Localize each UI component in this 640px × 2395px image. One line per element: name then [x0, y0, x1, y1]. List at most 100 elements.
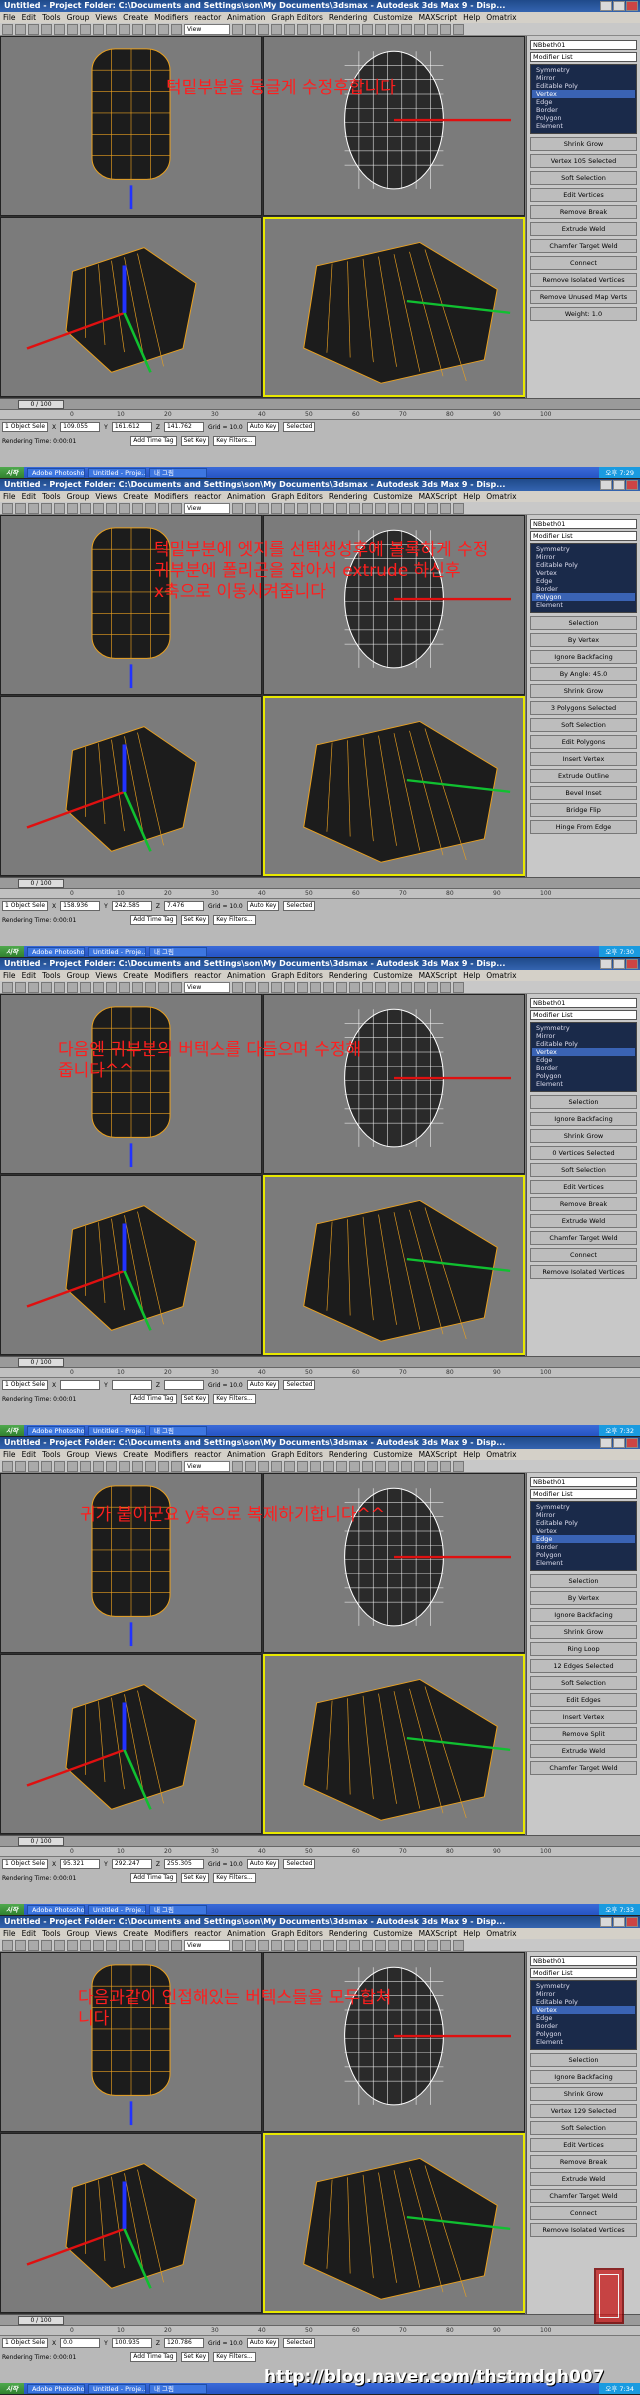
toolbar-button-icon[interactable]: [453, 1461, 464, 1472]
minimize-button[interactable]: [600, 1917, 612, 1927]
modifier-stack-item[interactable]: Edge: [532, 577, 635, 585]
modifier-stack-item[interactable]: Mirror: [532, 74, 635, 82]
toolbar-button-icon[interactable]: [362, 1461, 373, 1472]
taskbar-task[interactable]: Adobe Photoshop: [26, 1426, 85, 1436]
menu-item[interactable]: Modifiers: [154, 12, 188, 23]
toolbar-button-icon[interactable]: [93, 503, 104, 514]
menu-item[interactable]: Graph Editors: [271, 1928, 323, 1939]
toolbar-button-icon[interactable]: [67, 1940, 78, 1951]
modifier-stack-item[interactable]: Editable Poly: [532, 1040, 635, 1048]
toolbar-button-icon[interactable]: [414, 24, 425, 35]
taskbar-task[interactable]: 내 그림: [148, 947, 207, 957]
taskbar-task[interactable]: 내 그림: [148, 1426, 207, 1436]
time-slider[interactable]: 0 / 100: [0, 399, 640, 410]
modifier-stack-item[interactable]: Edge: [532, 1056, 635, 1064]
rollout-row[interactable]: Soft Selection: [530, 718, 637, 732]
viewport-front[interactable]: [0, 1952, 262, 2132]
toolbar-button-icon[interactable]: [132, 1461, 143, 1472]
toolbar-button-icon[interactable]: [401, 24, 412, 35]
menu-item[interactable]: reactor: [194, 970, 221, 981]
rollout-row[interactable]: Chamfer Target Weld: [530, 1761, 637, 1775]
toolbar-button-icon[interactable]: [245, 24, 256, 35]
key-filters-button[interactable]: Key Filters...: [213, 2352, 256, 2362]
reference-coord-dropdown[interactable]: View: [184, 1461, 230, 1472]
toolbar-button-icon[interactable]: [80, 24, 91, 35]
toolbar-button-icon[interactable]: [15, 1940, 26, 1951]
toolbar-button-icon[interactable]: [54, 1461, 65, 1472]
minimize-button[interactable]: [600, 959, 612, 969]
selected-dropdown[interactable]: Selected: [283, 1380, 316, 1390]
minimize-button[interactable]: [600, 1, 612, 11]
object-name-field[interactable]: NBbeth01: [530, 1477, 637, 1487]
menu-item[interactable]: Tools: [42, 970, 60, 981]
menu-item[interactable]: File: [3, 12, 16, 23]
modifier-stack-item[interactable]: Vertex: [532, 1527, 635, 1535]
rollout-row[interactable]: Remove Isolated Vertices: [530, 273, 637, 287]
key-filters-button[interactable]: Key Filters...: [213, 1394, 256, 1404]
modifier-stack-item[interactable]: Polygon: [532, 593, 635, 601]
taskbar-task[interactable]: Untitled - Proje...: [87, 468, 146, 478]
menu-item[interactable]: Create: [123, 1928, 148, 1939]
toolbar-button-icon[interactable]: [258, 1461, 269, 1472]
modifier-stack-item[interactable]: Element: [532, 1559, 635, 1567]
modifier-stack-item[interactable]: Mirror: [532, 1032, 635, 1040]
toolbar-button-icon[interactable]: [297, 1461, 308, 1472]
time-slider[interactable]: 0 / 100: [0, 1357, 640, 1368]
toolbar-button-icon[interactable]: [453, 982, 464, 993]
menu-item[interactable]: Group: [67, 970, 90, 981]
taskbar-task[interactable]: Adobe Photoshop: [26, 1905, 85, 1915]
toolbar-button-icon[interactable]: [362, 1940, 373, 1951]
rollout-row[interactable]: Soft Selection: [530, 171, 637, 185]
viewport-side[interactable]: [263, 2133, 525, 2313]
viewport-side[interactable]: [263, 217, 525, 397]
toolbar-button-icon[interactable]: [119, 503, 130, 514]
menu-item[interactable]: Modifiers: [154, 970, 188, 981]
key-filters-button[interactable]: Key Filters...: [213, 436, 256, 446]
rollout-row[interactable]: Ring Loop: [530, 1642, 637, 1656]
toolbar-button-icon[interactable]: [375, 1461, 386, 1472]
minimize-button[interactable]: [600, 1438, 612, 1448]
coord-z-field[interactable]: 120.786: [163, 2338, 204, 2348]
menu-item[interactable]: Help: [463, 1449, 480, 1460]
toolbar-button-icon[interactable]: [349, 1940, 360, 1951]
toolbar-button-icon[interactable]: [15, 982, 26, 993]
rollout-row[interactable]: Extrude Outline: [530, 769, 637, 783]
start-button[interactable]: 시작: [0, 1425, 24, 1436]
rollout-row[interactable]: Remove Isolated Vertices: [530, 1265, 637, 1279]
rollout-row[interactable]: Edit Vertices: [530, 188, 637, 202]
toolbar-button-icon[interactable]: [28, 982, 39, 993]
modifier-stack-item[interactable]: Edge: [532, 98, 635, 106]
menu-item[interactable]: Customize: [373, 1449, 412, 1460]
toolbar-button-icon[interactable]: [271, 24, 282, 35]
viewport-persp[interactable]: [0, 1175, 262, 1355]
toolbar-button-icon[interactable]: [67, 503, 78, 514]
toolbar-button-icon[interactable]: [440, 1461, 451, 1472]
rollout-row[interactable]: Vertex 105 Selected: [530, 154, 637, 168]
viewport-persp[interactable]: [0, 217, 262, 397]
modifier-stack-item[interactable]: Element: [532, 601, 635, 609]
rollout-row[interactable]: 0 Vertices Selected: [530, 1146, 637, 1160]
toolbar-button-icon[interactable]: [388, 503, 399, 514]
rollout-row[interactable]: Extrude Weld: [530, 2172, 637, 2186]
toolbar-button-icon[interactable]: [310, 24, 321, 35]
auto-key-button[interactable]: Auto Key: [246, 1859, 280, 1869]
menu-item[interactable]: reactor: [194, 12, 221, 23]
taskbar-task[interactable]: Adobe Photoshop: [26, 468, 85, 478]
toolbar-button-icon[interactable]: [15, 503, 26, 514]
toolbar-button-icon[interactable]: [284, 982, 295, 993]
coord-x-field[interactable]: 0.0: [60, 2338, 101, 2348]
toolbar-button-icon[interactable]: [15, 24, 26, 35]
rollout-row[interactable]: 3 Polygons Selected: [530, 701, 637, 715]
toolbar-button-icon[interactable]: [388, 982, 399, 993]
modifier-stack-item[interactable]: Symmetry: [532, 545, 635, 553]
rollout-row[interactable]: Insert Vertex: [530, 1710, 637, 1724]
taskbar-task[interactable]: Untitled - Proje...: [87, 2384, 146, 2394]
toolbar-button-icon[interactable]: [427, 503, 438, 514]
start-button[interactable]: 시작: [0, 946, 24, 957]
toolbar-button-icon[interactable]: [106, 982, 117, 993]
menu-item[interactable]: Omatrix: [486, 1449, 516, 1460]
menu-item[interactable]: File: [3, 970, 16, 981]
taskbar-task[interactable]: Untitled - Proje...: [87, 947, 146, 957]
modifier-stack-item[interactable]: Vertex: [532, 90, 635, 98]
toolbar-button-icon[interactable]: [284, 1940, 295, 1951]
